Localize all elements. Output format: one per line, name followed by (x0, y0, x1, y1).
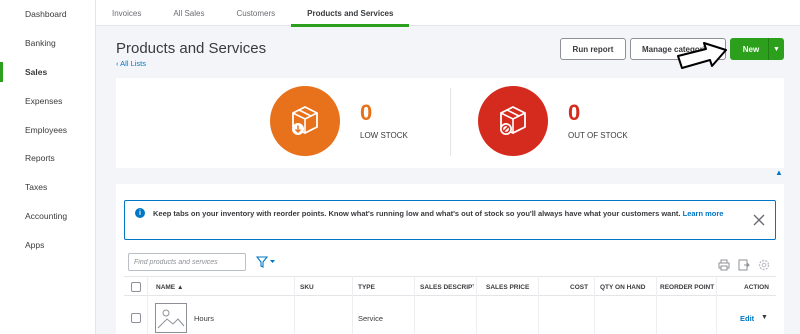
new-button[interactable]: New (730, 45, 768, 54)
banner-text: Keep tabs on your inventory with reorder… (153, 208, 753, 220)
pointer-arrow-icon (677, 42, 727, 69)
banner-message: Keep tabs on your inventory with reorder… (153, 209, 681, 218)
col-type-header[interactable]: TYPE (358, 277, 408, 297)
col-sales-price-header[interactable]: SALES PRICE (486, 277, 540, 297)
sidebar-item-employees[interactable]: Employees (0, 115, 95, 144)
row-edit-link[interactable]: Edit (740, 314, 754, 323)
low-stock-label: LOW STOCK (360, 131, 408, 140)
sidebar-item-sales[interactable]: Sales (0, 58, 95, 87)
box-down-arrow-icon (292, 105, 318, 135)
filter-icon[interactable] (256, 255, 276, 269)
tab-customers[interactable]: Customers (220, 0, 291, 26)
learn-more-link[interactable]: Learn more (683, 209, 724, 218)
sidebar-item-apps[interactable]: Apps (0, 230, 95, 259)
sidebar-item-accounting[interactable]: Accounting (0, 202, 95, 231)
stock-summary-card: 0 LOW STOCK 0 OUT OF STOCK (116, 78, 784, 168)
low-stock-box-icon[interactable] (270, 86, 340, 156)
col-reorder-point-header[interactable]: REORDER POINT (660, 277, 717, 297)
tab-invoices[interactable]: Invoices (96, 0, 157, 26)
col-sales-description-header[interactable]: SALES DESCRIPTION (420, 277, 474, 297)
row-type: Service (358, 314, 384, 323)
new-dropdown-chevron-down-icon[interactable]: ▼ (768, 38, 784, 60)
tab-all-sales[interactable]: All Sales (157, 0, 220, 26)
stock-divider (450, 88, 451, 156)
sidebar-item-expenses[interactable]: Expenses (0, 86, 95, 115)
col-cost-header[interactable]: COST (570, 277, 592, 297)
sidebar-item-taxes[interactable]: Taxes (0, 173, 95, 202)
close-icon[interactable] (752, 213, 766, 227)
all-lists-label: All Lists (120, 59, 147, 68)
gear-icon[interactable] (758, 259, 770, 271)
low-stock-count: 0 (360, 100, 373, 125)
col-name-header[interactable]: NAME ▲ (156, 277, 226, 297)
page-title: Products and Services (116, 40, 267, 57)
select-all-checkbox[interactable] (131, 282, 141, 292)
reorder-info-banner: i Keep tabs on your inventory with reord… (124, 200, 776, 240)
collapse-chevron-up-icon[interactable]: ▲ (775, 168, 783, 177)
export-icon[interactable] (738, 259, 750, 271)
sidebar-item-banking[interactable]: Banking (0, 29, 95, 58)
product-image-placeholder[interactable] (155, 303, 187, 333)
search-input[interactable] (128, 253, 246, 271)
chevron-left-icon: ‹ (116, 59, 119, 68)
tab-products-and-services[interactable]: Products and Services (291, 0, 410, 27)
run-report-button[interactable]: Run report (560, 38, 626, 60)
table-row[interactable] (124, 296, 776, 334)
info-icon: i (135, 208, 145, 218)
all-lists-link[interactable]: ‹ All Lists (116, 59, 146, 68)
out-of-stock-label: OUT OF STOCK (568, 131, 628, 140)
sidebar-item-dashboard[interactable]: Dashboard (0, 0, 95, 29)
row-select-checkbox[interactable] (131, 313, 141, 323)
image-icon (157, 309, 185, 329)
row-action-chevron-down-icon[interactable]: ▼ (761, 314, 768, 321)
print-icon[interactable] (718, 259, 730, 271)
row-name[interactable]: Hours (194, 314, 214, 323)
box-blocked-icon (500, 105, 526, 135)
out-of-stock-box-icon[interactable] (478, 86, 548, 156)
sales-tab-bar: Invoices All Sales Customers Products an… (96, 0, 800, 27)
products-table-header: NAME ▲ SKU TYPE SALES DESCRIPTION SALES … (124, 276, 776, 296)
col-action-header: ACTION (744, 283, 769, 291)
left-nav-sidebar: Dashboard Banking Sales Expenses Employe… (0, 0, 96, 334)
sidebar-item-reports[interactable]: Reports (0, 144, 95, 173)
col-sku-header[interactable]: SKU (300, 277, 350, 297)
new-button-group: New ▼ (730, 38, 784, 60)
out-of-stock-count: 0 (568, 100, 581, 125)
col-qty-on-hand-header[interactable]: QTY ON HAND (600, 277, 658, 297)
